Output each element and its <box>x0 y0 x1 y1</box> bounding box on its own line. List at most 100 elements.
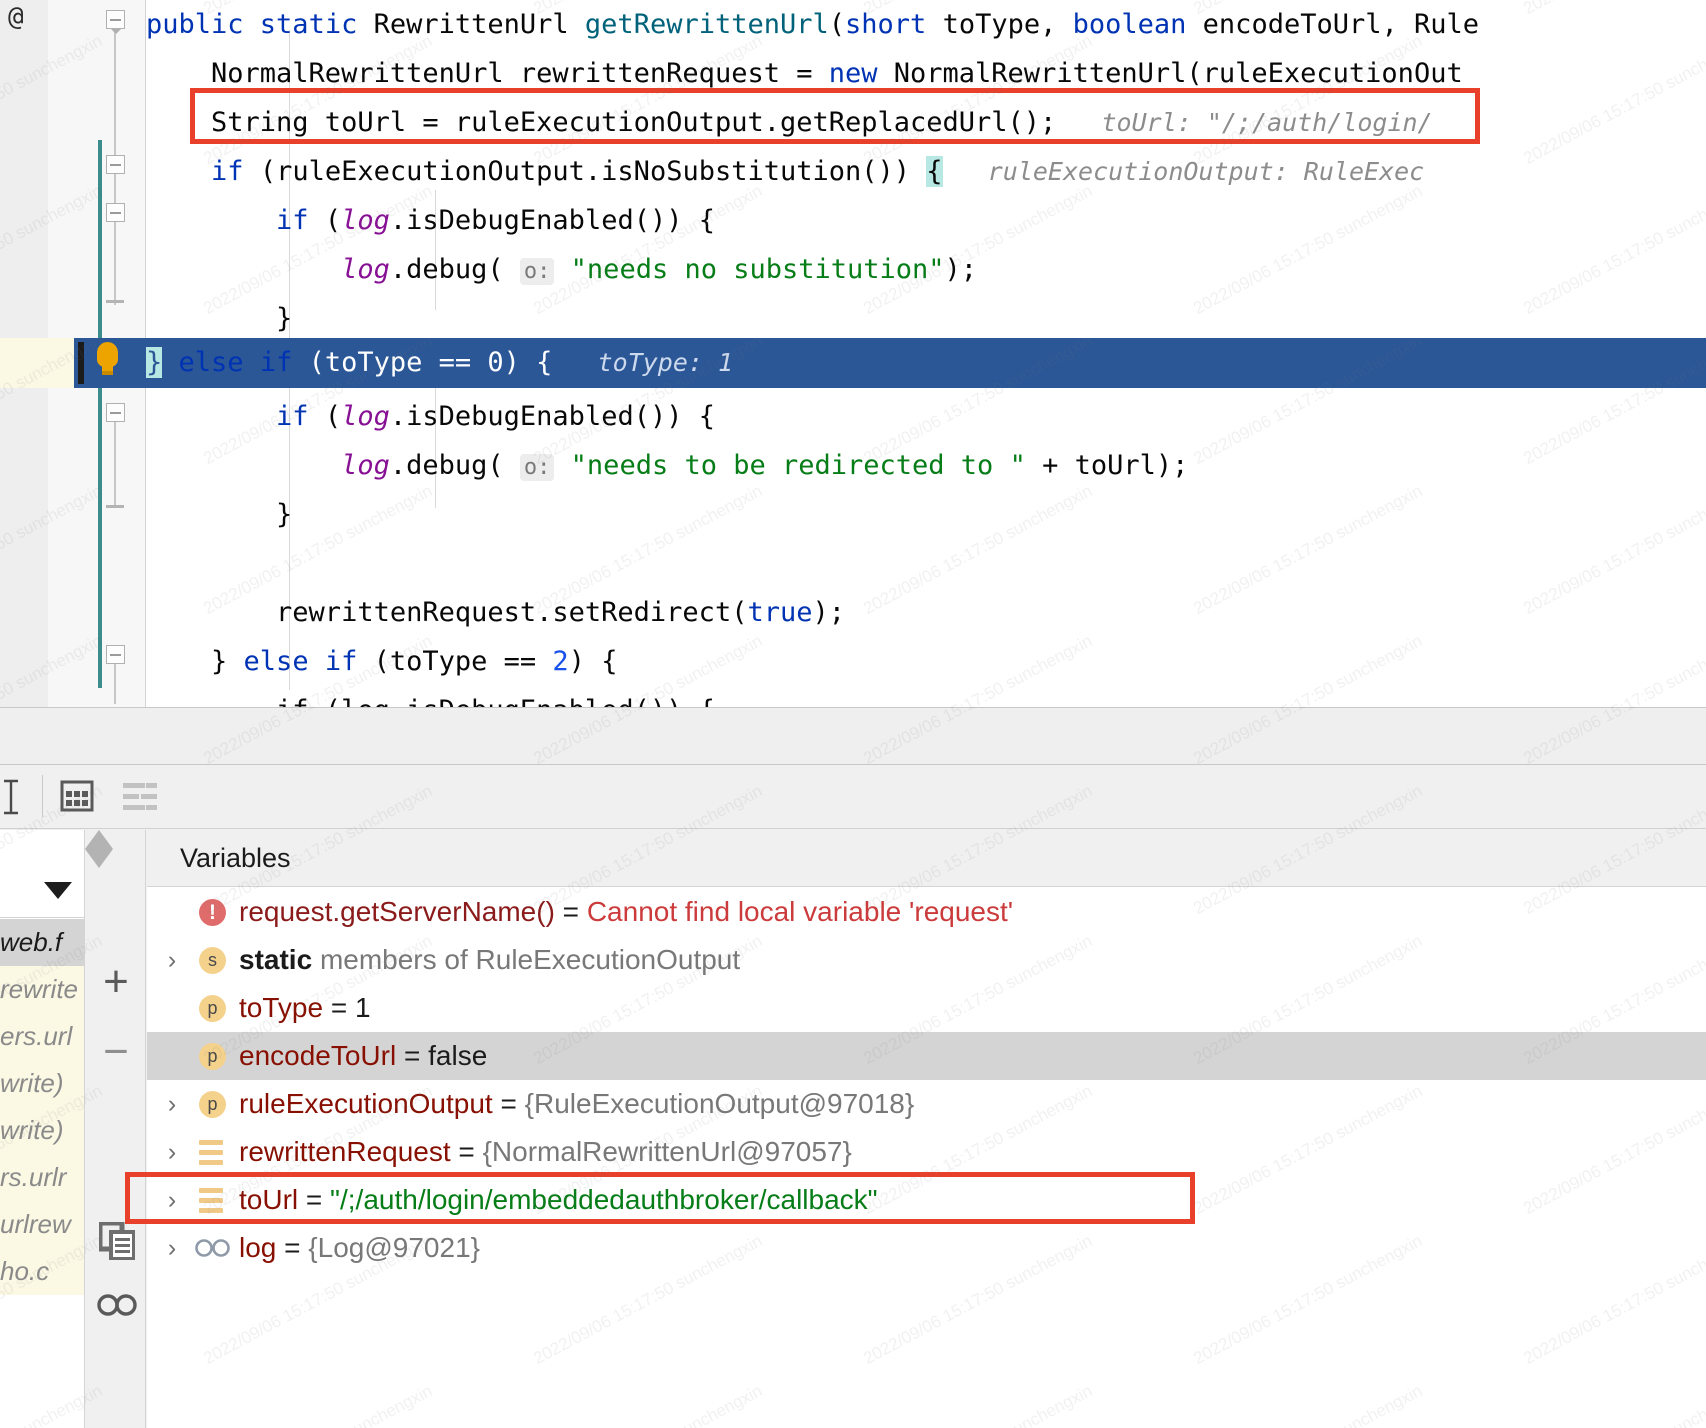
move-down-button[interactable] <box>85 849 113 868</box>
sort-values-icon[interactable] <box>122 779 158 813</box>
remove-watch-button[interactable]: − <box>85 1030 147 1074</box>
move-up-button[interactable] <box>85 830 113 849</box>
expand-chevron-icon[interactable] <box>159 984 185 1032</box>
code-token: } <box>146 303 293 334</box>
code-token: .debug( <box>389 450 520 481</box>
variable-value: {NormalRewrittenUrl@97057} <box>482 1136 852 1167</box>
variable-row[interactable]: ! request.getServerName() = Cannot find l… <box>147 888 1706 936</box>
code-token: NormalRewrittenUrl(ruleExecutionOut <box>893 58 1463 89</box>
frame-list-item[interactable]: write) <box>0 1060 84 1107</box>
code-token: if <box>276 205 325 236</box>
code-line: } <box>146 294 292 343</box>
text-caret <box>78 342 84 384</box>
code-token: NormalRewrittenUrl rewrittenRequest = <box>146 58 829 89</box>
static-badge-icon: s <box>199 947 226 974</box>
frame-list-item[interactable]: web.f <box>0 919 84 966</box>
code-token: + toUrl); <box>1025 450 1189 481</box>
variable-row[interactable]: p encodeToUrl = false <box>147 1032 1706 1080</box>
variable-text: ruleExecutionOutput = {RuleExecutionOutp… <box>239 1080 914 1128</box>
code-token: public <box>146 9 260 40</box>
object-value-icon <box>199 1188 223 1213</box>
fold-region-line <box>114 422 116 507</box>
variable-row[interactable]: › toUrl = "/;/auth/login/embeddedauthbrok… <box>147 1176 1706 1224</box>
expand-chevron-icon[interactable] <box>159 888 185 936</box>
debug-toolbar[interactable] <box>0 765 1706 829</box>
variable-row[interactable]: › log = {Log@97021} <box>147 1224 1706 1272</box>
code-line: log.debug( o: "needs no substitution"); <box>146 245 977 294</box>
variables-list[interactable]: ! request.getServerName() = Cannot find l… <box>147 888 1706 1428</box>
add-watch-button[interactable]: + <box>85 960 147 1004</box>
fold-region-line <box>114 664 116 704</box>
code-token: 2 <box>552 646 569 677</box>
code-token: encodeToUrl, Rule <box>1202 9 1480 40</box>
expand-chevron-icon[interactable]: › <box>159 936 185 984</box>
fold-handle-collapse[interactable] <box>106 203 125 222</box>
code-line: log.debug( o: "needs to be redirected to… <box>146 441 1188 490</box>
code-token: if <box>211 156 260 187</box>
fold-region-line <box>114 30 116 175</box>
intention-bulb-icon[interactable] <box>94 340 121 386</box>
fold-handle-collapse[interactable] <box>106 403 125 422</box>
variables-header-label: Variables <box>180 843 291 873</box>
code-token: toType, <box>942 9 1073 40</box>
variable-equals: = <box>396 1040 429 1071</box>
frame-list-item[interactable]: ho.c <box>0 1248 84 1295</box>
code-line: if (ruleExecutionOutput.isNoSubstitution… <box>146 147 1424 196</box>
panel-splitter[interactable] <box>0 707 1706 765</box>
expand-chevron-icon[interactable]: › <box>159 1176 185 1224</box>
expand-chevron-icon[interactable]: › <box>159 1224 185 1272</box>
variable-text: request.getServerName() = Cannot find lo… <box>239 888 1013 936</box>
variable-equals: = <box>554 896 587 927</box>
fold-handle-collapse[interactable] <box>106 155 125 174</box>
copy-value-button[interactable] <box>99 1222 135 1260</box>
frame-list-item[interactable]: rs.urlr <box>0 1154 84 1201</box>
code-editor[interactable]: @ public static RewrittenUrl getRewritte… <box>0 0 1706 707</box>
variable-text: rewrittenRequest = {NormalRewrittenUrl@9… <box>239 1128 852 1176</box>
variable-row[interactable]: › s static members of RuleExecutionOutput <box>147 936 1706 984</box>
fold-handle-collapse[interactable] <box>106 645 125 664</box>
code-token: log <box>341 254 390 285</box>
code-line: public static RewrittenUrl getRewrittenU… <box>146 0 1479 49</box>
thread-selector-combo[interactable] <box>0 858 84 918</box>
table-view-icon[interactable] <box>60 779 94 813</box>
frame-list-item[interactable]: ers.url <box>0 1013 84 1060</box>
variables-pane[interactable]: Variables ! request.getServerName() = Can… <box>147 830 1706 1428</box>
screen-root: @ public static RewrittenUrl getRewritte… <box>0 0 1706 1428</box>
object-value-icon <box>199 1140 223 1165</box>
inspect-glasses-icon[interactable] <box>97 1292 137 1318</box>
code-token: log <box>341 401 390 432</box>
code-token: else <box>243 646 325 677</box>
frame-list-item[interactable]: urlrew <box>0 1201 84 1248</box>
code-token: static <box>259 9 374 40</box>
fold-handle-collapse[interactable] <box>106 10 125 34</box>
variable-name: ruleExecutionOutput <box>239 1088 493 1119</box>
code-token: "needs to be redirected to " <box>570 450 1026 481</box>
variable-equals: = <box>276 1232 309 1263</box>
code-token: log <box>341 205 390 236</box>
parameter-badge-icon: p <box>199 1091 226 1118</box>
frames-pane[interactable]: web.f rewrite ers.url write) write) rs.urlr ur… <box>0 830 84 1428</box>
expand-chevron-icon[interactable]: › <box>159 1128 185 1176</box>
variable-row[interactable]: › rewrittenRequest = {NormalRewrittenUrl@… <box>147 1128 1706 1176</box>
frame-list-item[interactable]: write) <box>0 1107 84 1154</box>
expand-chevron-icon[interactable]: › <box>159 1080 185 1128</box>
inline-debug-hint: ruleExecutionOutput: RuleExec <box>942 157 1425 186</box>
watches-action-bar[interactable]: + − <box>84 830 146 1428</box>
inline-debug-hint: toType: 1 <box>552 348 734 377</box>
code-token: } <box>146 646 244 677</box>
debug-tool-window: web.f rewrite ers.url write) write) rs.urlr ur… <box>0 765 1706 1428</box>
variable-row[interactable]: p toType = 1 <box>147 984 1706 1032</box>
variable-name: request.getServerName() <box>239 896 555 927</box>
expand-chevron-icon[interactable] <box>159 1032 185 1080</box>
code-token: } <box>146 499 293 530</box>
variable-text: log = {Log@97021} <box>239 1224 480 1272</box>
variable-row[interactable]: › p ruleExecutionOutput = {RuleExecutionOu… <box>147 1080 1706 1128</box>
frame-list-item[interactable]: rewrite <box>0 966 84 1013</box>
text-cursor-icon[interactable] <box>0 779 22 815</box>
code-token: ) { <box>568 646 618 677</box>
variables-header: Variables <box>147 830 1706 887</box>
